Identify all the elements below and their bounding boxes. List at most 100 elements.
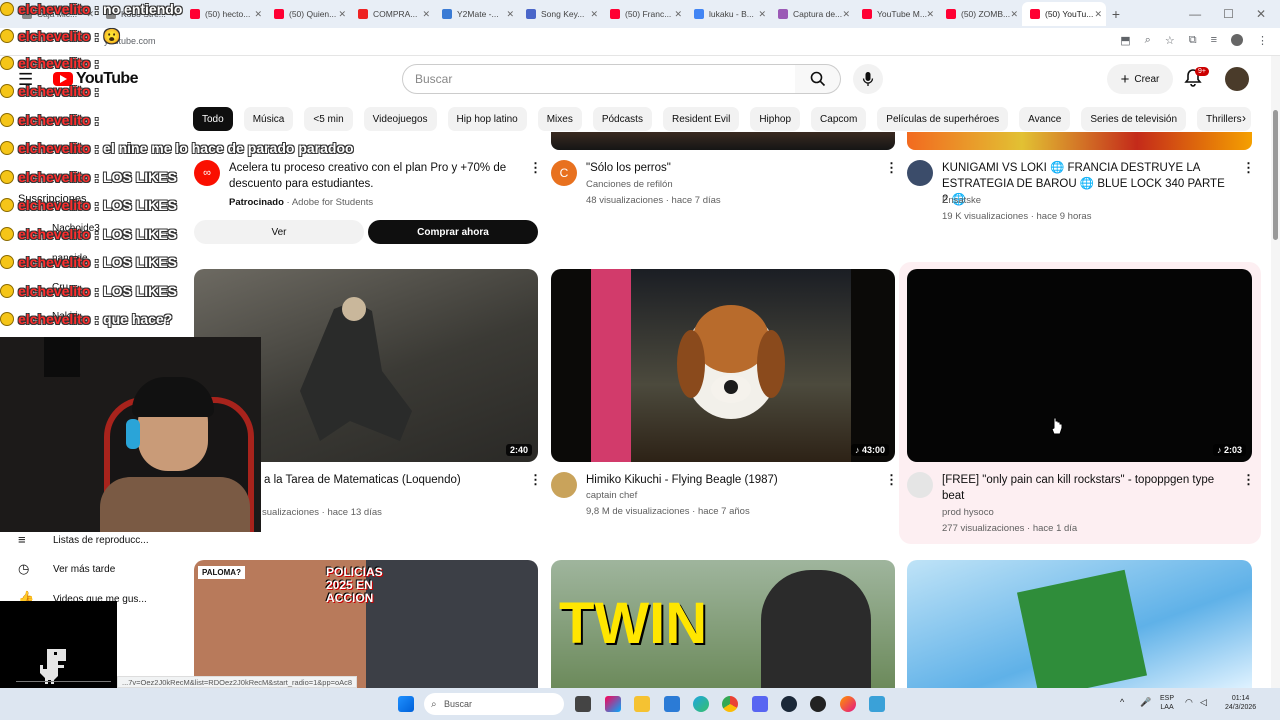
filter-chip[interactable]: Hip hop latino: [447, 107, 527, 131]
taskview-icon[interactable]: [575, 696, 591, 712]
windows-start-icon[interactable]: [398, 696, 414, 712]
browser-tab[interactable]: Captura de... ✕: [770, 2, 854, 26]
video-more-icon[interactable]: ⋮: [529, 472, 542, 488]
chevron-right-icon[interactable]: ›: [1242, 111, 1246, 125]
ad-title[interactable]: Acelera tu proceso creativo con el plan …: [229, 160, 521, 192]
bookmark-star-icon[interactable]: ☆: [1165, 34, 1175, 47]
thumbnail-cut-3[interactable]: [907, 132, 1252, 150]
video-more-icon[interactable]: ⋮: [885, 472, 898, 488]
voice-search-button[interactable]: [853, 64, 883, 94]
tab-close-icon[interactable]: ✕: [842, 9, 850, 20]
filter-chip[interactable]: Resident Evil: [662, 107, 740, 131]
volume-icon[interactable]: ◁: [1200, 698, 1207, 707]
filter-chip[interactable]: Capcom: [811, 107, 867, 131]
browser-menu-icon[interactable]: ⋮: [1257, 34, 1268, 47]
new-tab-button[interactable]: +: [1106, 6, 1126, 22]
account-avatar[interactable]: [1225, 67, 1249, 91]
video-title[interactable]: KUNIGAMI VS LOKI 🌐 FRANCIA DESTRUYE LA E…: [942, 160, 1234, 208]
video-title[interactable]: a la Tarea de Matematicas (Loquendo): [264, 472, 524, 488]
filter-chip[interactable]: Música: [243, 107, 294, 131]
video-title[interactable]: "Sólo los perros": [586, 160, 866, 176]
browser-tab[interactable]: YouTube M... ✕: [854, 2, 938, 26]
search-input[interactable]: Buscar: [402, 64, 796, 94]
playlists-icon[interactable]: ≡: [18, 532, 26, 547]
taskbar-search[interactable]: ⌕ Buscar: [424, 693, 564, 715]
app-icon[interactable]: [810, 696, 826, 712]
maximize-icon[interactable]: ☐: [1223, 7, 1234, 21]
browser-tab[interactable]: Song Key... ✕: [518, 2, 602, 26]
browser-tab[interactable]: COMPRA... ✕: [350, 2, 434, 26]
tab-close-icon[interactable]: ✕: [1010, 9, 1018, 20]
browser-tab[interactable]: (50) ZOMB... ✕: [938, 2, 1022, 26]
tab-close-icon[interactable]: ✕: [1094, 9, 1102, 20]
tab-close-icon[interactable]: ✕: [590, 9, 598, 20]
tab-close-icon[interactable]: ✕: [338, 9, 346, 20]
clock[interactable]: 01:14 24/3/2026: [1225, 694, 1256, 712]
filter-chip[interactable]: Series de televisión: [1081, 107, 1187, 131]
steam-icon[interactable]: [781, 696, 797, 712]
filter-chip[interactable]: Videojuegos: [363, 107, 437, 131]
notepad-icon[interactable]: [869, 696, 885, 712]
filter-chip[interactable]: Películas de superhéroes: [877, 107, 1009, 131]
channel-name[interactable]: captain chef: [586, 488, 637, 504]
tab-close-icon[interactable]: ✕: [674, 9, 682, 20]
filter-chip[interactable]: Todo: [193, 107, 233, 131]
video-thumbnail[interactable]: PALOMA? POLICIAS 2025 EN ACCION: [194, 560, 538, 688]
scrollbar-thumb[interactable]: [1273, 110, 1278, 240]
discord-icon[interactable]: [752, 696, 768, 712]
close-window-icon[interactable]: ✕: [1256, 7, 1266, 21]
thumbnail-cut-2[interactable]: [551, 132, 895, 150]
channel-avatar[interactable]: [551, 472, 577, 498]
chrome-icon[interactable]: [722, 696, 738, 712]
edge-icon[interactable]: [693, 696, 709, 712]
video-title[interactable]: [FREE] "only pain can kill rockstars" - …: [942, 472, 1234, 504]
browser-tab[interactable]: (50) YouTu... ✕: [1022, 2, 1106, 26]
tray-chevron-icon[interactable]: ^: [1120, 698, 1124, 707]
media-icon[interactable]: ≡: [1211, 34, 1217, 47]
firefox-icon[interactable]: [840, 696, 856, 712]
filter-chip[interactable]: Avance: [1019, 107, 1071, 131]
create-button[interactable]: + Crear: [1107, 64, 1173, 94]
wifi-icon[interactable]: ◠: [1185, 698, 1193, 707]
tray-mic-icon[interactable]: 🎤: [1140, 698, 1151, 707]
copilot-icon[interactable]: [605, 696, 621, 712]
tab-close-icon[interactable]: ✕: [422, 9, 430, 20]
video-thumbnail[interactable]: [907, 560, 1252, 688]
filter-chip[interactable]: Mixes: [537, 107, 582, 131]
browser-tab[interactable]: (50) hecto... ✕: [182, 2, 266, 26]
minimize-icon[interactable]: —: [1189, 7, 1201, 21]
clock-icon[interactable]: ◷: [18, 561, 29, 577]
store-icon[interactable]: [664, 696, 680, 712]
ad-buy-button[interactable]: Comprar ahora: [368, 220, 538, 244]
install-icon[interactable]: ⬒: [1120, 34, 1130, 47]
tab-close-icon[interactable]: ✕: [758, 9, 766, 20]
video-more-icon[interactable]: ⋮: [885, 160, 898, 176]
video-thumbnail[interactable]: ♪ 43:00: [551, 269, 895, 462]
tab-close-icon[interactable]: ✕: [926, 9, 934, 20]
browser-tab[interactable]: Y2Mate -... ✕: [434, 2, 518, 26]
sidebar-item-playlists[interactable]: Listas de reproducc...: [53, 535, 149, 546]
file-explorer-icon[interactable]: [634, 696, 650, 712]
channel-avatar[interactable]: [907, 160, 933, 186]
video-more-icon[interactable]: ⋮: [1242, 472, 1255, 488]
tab-close-icon[interactable]: ✕: [506, 9, 514, 20]
channel-name[interactable]: prod hysoco: [942, 505, 994, 521]
ad-more-icon[interactable]: ⋮: [529, 160, 542, 176]
extensions-icon[interactable]: ⧉: [1189, 34, 1197, 47]
tab-close-icon[interactable]: ✕: [254, 9, 262, 20]
zoom-icon[interactable]: ⌕: [1145, 34, 1151, 47]
profile-icon[interactable]: [1231, 34, 1243, 46]
filter-chip[interactable]: Hiphop: [750, 107, 801, 131]
filter-chip[interactable]: <5 min: [304, 107, 353, 131]
filter-chip[interactable]: Pódcasts: [592, 107, 652, 131]
video-more-icon[interactable]: ⋮: [1242, 160, 1255, 176]
advertiser-name[interactable]: Adobe for Students: [292, 197, 373, 208]
language-indicator[interactable]: ESP LAA: [1160, 694, 1174, 712]
adobe-avatar[interactable]: ∞: [194, 160, 220, 186]
video-title[interactable]: Himiko Kikuchi - Flying Beagle (1987): [586, 472, 866, 488]
ad-view-button[interactable]: Ver: [194, 220, 364, 244]
browser-tab[interactable]: (50) Franc... ✕: [602, 2, 686, 26]
sidebar-item-watch-later[interactable]: Ver más tarde: [53, 564, 115, 575]
channel-avatar[interactable]: [907, 472, 933, 498]
browser-tab[interactable]: (50) Quien... ✕: [266, 2, 350, 26]
